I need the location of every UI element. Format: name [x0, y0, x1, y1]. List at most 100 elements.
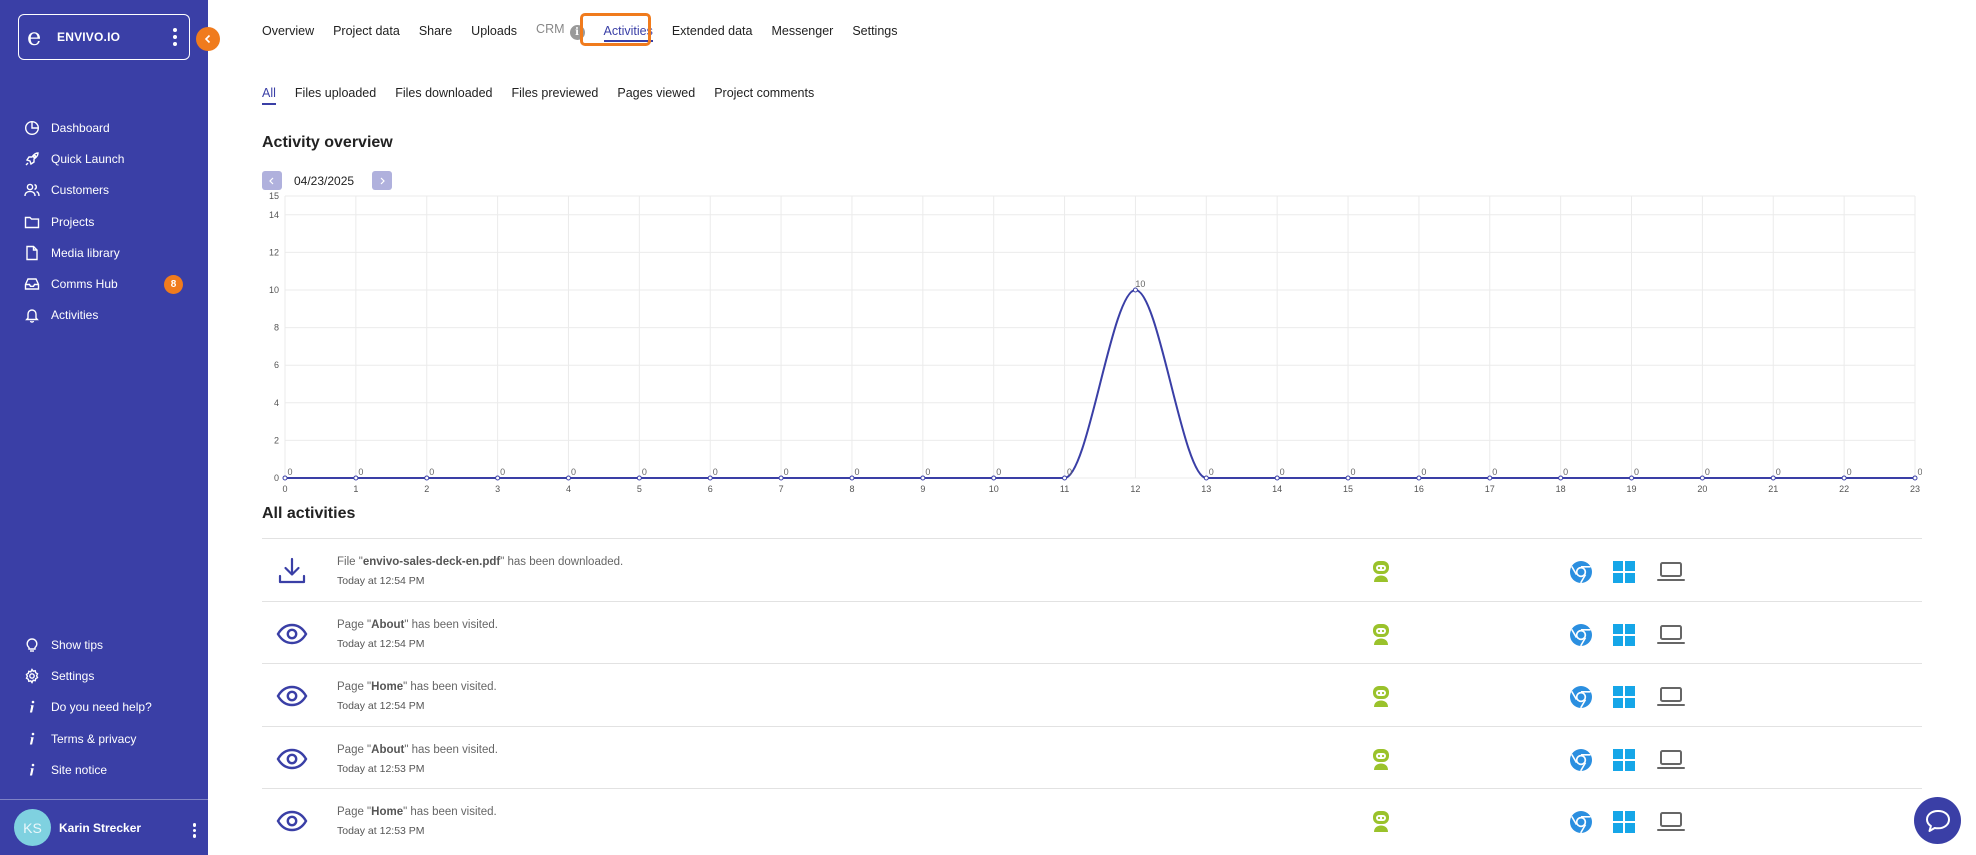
sidebar-item-help[interactable]: Do you need help? — [0, 692, 208, 723]
chrome-browser-icon — [1569, 748, 1593, 772]
sidebar-item-label: Show tips — [51, 637, 104, 652]
data-label: 0 — [1067, 467, 1072, 477]
data-label: 0 — [1847, 467, 1852, 477]
sidebar-item-customers[interactable]: Customers — [0, 175, 208, 206]
activity-description: Page "About" has been visited. — [337, 744, 498, 756]
active-tab-underline — [603, 40, 653, 42]
data-point — [1558, 475, 1564, 481]
visitor-icon — [1370, 684, 1392, 708]
activity-suffix: " has been visited. — [404, 743, 498, 756]
data-label: 0 — [925, 467, 930, 477]
sidebar-item-media-library[interactable]: Media library — [0, 237, 208, 268]
previous-day-button[interactable] — [262, 171, 282, 190]
data-label: 0 — [500, 467, 505, 477]
tab-share[interactable]: Share — [419, 24, 452, 38]
eye-icon — [276, 805, 308, 837]
data-label: 0 — [287, 467, 292, 477]
sidebar-item-settings[interactable]: Settings — [0, 660, 208, 691]
data-point — [1912, 475, 1918, 481]
y-tick-label: 10 — [269, 285, 279, 295]
data-label: 0 — [429, 467, 434, 477]
data-point — [636, 475, 642, 481]
tab-project-data[interactable]: Project data — [333, 24, 400, 38]
activity-time: Today at 12:54 PM — [337, 637, 425, 650]
user-menu[interactable]: KS Karin Strecker — [0, 799, 208, 855]
sidebar-item-comms-hub[interactable]: Comms Hub 8 — [0, 268, 208, 299]
windows-os-icon — [1613, 561, 1635, 583]
current-date: 04/23/2025 — [294, 173, 355, 188]
activity-time: Today at 12:54 PM — [337, 700, 425, 712]
subtab-all[interactable]: All — [262, 86, 276, 105]
collapse-sidebar-button[interactable] — [196, 27, 220, 51]
data-label: 0 — [1776, 467, 1781, 477]
subtab-files-downloaded[interactable]: Files downloaded — [395, 86, 492, 100]
sidebar-item-site-notice[interactable]: Site notice — [0, 754, 208, 785]
unread-badge: 8 — [164, 275, 183, 295]
x-tick-label: 20 — [1697, 484, 1707, 494]
tab-extended-data[interactable]: Extended data — [672, 24, 753, 38]
file-icon — [24, 245, 40, 261]
tab-activities-label: Activities — [603, 24, 653, 38]
x-tick-label: 0 — [282, 484, 287, 494]
laptop-device-icon — [1657, 686, 1685, 708]
brand-logo: e — [27, 23, 42, 51]
y-tick-label: 12 — [269, 247, 279, 257]
visitor-icon — [1370, 747, 1392, 771]
activity-overview-title: Activity overview — [262, 134, 393, 151]
data-label: 0 — [784, 467, 789, 477]
info-icon[interactable]: i — [569, 25, 585, 40]
activity-time: Today at 12:54 PM — [337, 575, 425, 587]
activity-target: envivo-sales-deck-en.pdf — [362, 556, 501, 568]
sidebar-item-projects[interactable]: Projects — [0, 206, 208, 237]
chrome-browser-icon — [1569, 810, 1593, 834]
tab-settings[interactable]: Settings — [852, 24, 897, 38]
more-vertical-icon[interactable] — [192, 823, 196, 838]
sidebar-item-show-tips[interactable]: Show tips — [0, 629, 208, 660]
sidebar-item-terms[interactable]: Terms & privacy — [0, 723, 208, 754]
activity-prefix: Page " — [337, 806, 372, 818]
subtab-pages-viewed[interactable]: Pages viewed — [617, 86, 695, 100]
tab-crm[interactable]: CRM i — [536, 22, 585, 40]
sidebar-item-label: Customers — [51, 183, 110, 198]
windows-os-icon — [1613, 623, 1635, 646]
x-tick-label: 19 — [1627, 484, 1637, 494]
x-tick-label: 17 — [1485, 484, 1495, 494]
data-point — [1062, 475, 1068, 481]
subtab-files-previewed[interactable]: Files previewed — [512, 86, 599, 100]
subtab-project-comments[interactable]: Project comments — [714, 86, 814, 100]
visitor-icon — [1370, 622, 1392, 646]
chat-button[interactable] — [1914, 797, 1961, 844]
sidebar-item-label: Site notice — [51, 762, 108, 777]
all-activities-title: All activities — [262, 505, 356, 522]
folder-icon — [24, 214, 40, 230]
data-label: 0 — [1492, 467, 1497, 477]
laptop-device-icon — [1657, 624, 1685, 646]
data-label: 0 — [1917, 467, 1922, 477]
next-day-button[interactable] — [372, 171, 393, 190]
users-icon — [24, 182, 40, 198]
date-navigator: 04/23/2025 — [262, 171, 393, 190]
data-point — [707, 475, 713, 481]
lightbulb-icon — [24, 637, 40, 653]
data-point — [1629, 475, 1635, 481]
activity-filter-tabs: All Files uploaded Files downloaded File… — [262, 86, 833, 105]
data-label: 0 — [1209, 467, 1214, 477]
x-tick-label: 12 — [1130, 484, 1140, 494]
data-point — [778, 475, 784, 481]
sidebar-item-quick-launch[interactable]: Quick Launch — [0, 143, 208, 174]
download-icon — [276, 555, 308, 587]
more-vertical-icon[interactable] — [173, 28, 177, 46]
sidebar-item-dashboard[interactable]: Dashboard — [0, 112, 208, 143]
activity-target: Home — [371, 806, 404, 818]
sidebar-item-label: Comms Hub — [51, 277, 118, 292]
workspace-switcher[interactable]: e ENVIVO.IO — [18, 14, 190, 60]
sidebar-item-label: Quick Launch — [51, 151, 125, 166]
activity-row: Page "About" has been visited. Today at 1… — [262, 725, 1922, 789]
tab-uploads[interactable]: Uploads — [471, 24, 517, 38]
sidebar-item-activities[interactable]: Activities — [0, 300, 208, 331]
y-tick-label: 0 — [274, 473, 279, 483]
subtab-files-uploaded[interactable]: Files uploaded — [295, 86, 376, 100]
tab-activities[interactable]: Activities — [603, 24, 653, 42]
tab-overview[interactable]: Overview — [262, 24, 314, 38]
tab-messenger[interactable]: Messenger — [771, 24, 833, 38]
